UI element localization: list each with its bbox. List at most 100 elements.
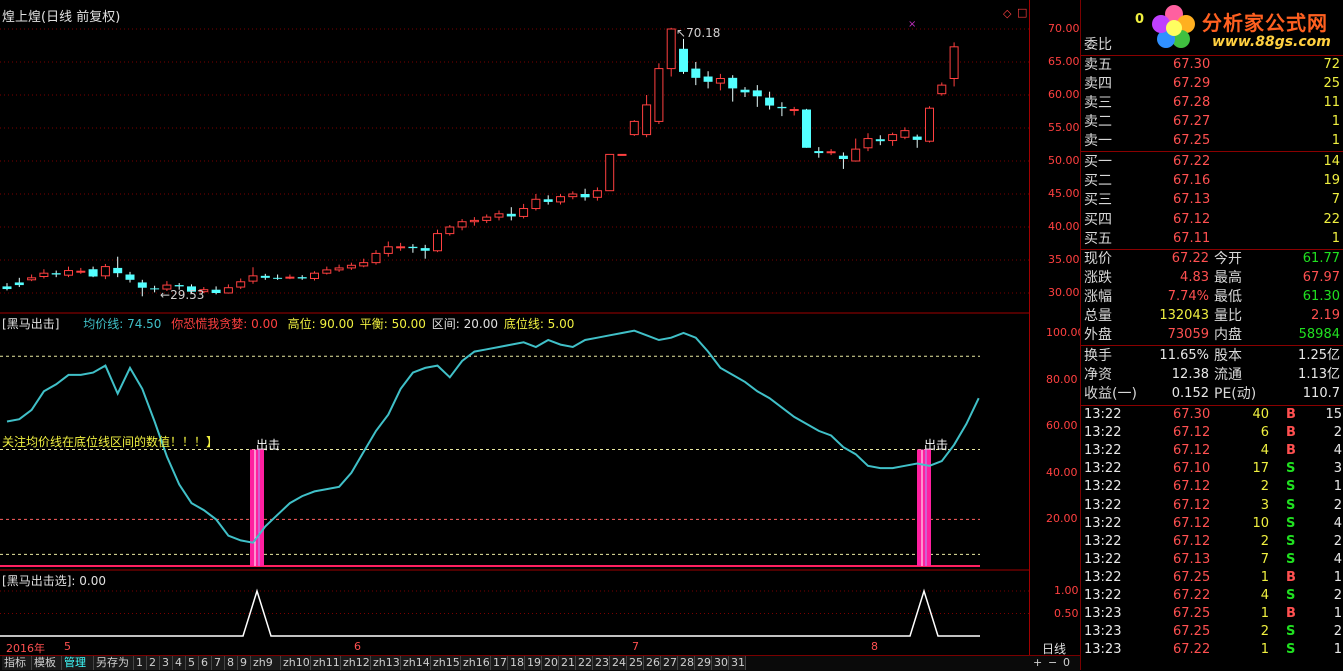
tab-模板[interactable]: 模板	[32, 656, 62, 670]
stat-label: 今开	[1214, 251, 1242, 267]
sell-level-price: 67.29	[1173, 76, 1211, 91]
tab-9[interactable]: 9	[238, 656, 251, 670]
tab-4[interactable]: 4	[173, 656, 186, 670]
signal-label-2: 出击	[924, 438, 949, 452]
tick-row: 13:22 67.12 3 S 2	[1081, 497, 1343, 515]
fund-value: 12.38	[1171, 367, 1209, 382]
close-chart-icon[interactable]: □	[1017, 6, 1027, 19]
tick-volume: 3	[1260, 497, 1269, 513]
avg-line-value: 均价线: 74.50	[83, 317, 162, 331]
tab-1[interactable]: 1	[134, 656, 147, 670]
sell-level-price: 67.25	[1173, 133, 1211, 148]
tick-price: 67.25	[1173, 606, 1211, 622]
buy-level-row: 买四 67.12 22	[1081, 211, 1343, 229]
sell-level-label: 卖五	[1084, 57, 1112, 73]
tab-zh12[interactable]: zh12	[341, 656, 371, 670]
buy-level-volume: 22	[1323, 211, 1340, 227]
fund-row: 净资 12.38 流通 1.13亿	[1081, 366, 1343, 384]
tab-7[interactable]: 7	[212, 656, 225, 670]
tick-price: 67.12	[1173, 443, 1211, 459]
tab-18[interactable]: 18	[508, 656, 525, 670]
chart-area[interactable]: 煌上煌(日线 前复权) ◇ □ × ↖70.18 ←29.53 [黑马出击] 均…	[0, 0, 1030, 655]
candle	[592, 187, 602, 201]
tab-21[interactable]: 21	[559, 656, 576, 670]
tab-指标[interactable]: 指标	[2, 656, 32, 670]
tick-time: 13:22	[1084, 443, 1122, 459]
tab-zh10[interactable]: zh10	[281, 656, 311, 670]
tick-side: B	[1286, 606, 1296, 622]
stat-value: 67.97	[1302, 270, 1340, 285]
tab-26[interactable]: 26	[644, 656, 661, 670]
tick-price: 67.22	[1173, 588, 1211, 603]
tab-5[interactable]: 5	[186, 656, 199, 670]
tick-side: B	[1286, 407, 1296, 422]
buy-level-row: 买一 67.22 14	[1081, 153, 1343, 171]
tab-22[interactable]: 22	[576, 656, 593, 670]
tab-管理[interactable]: 管理	[62, 656, 94, 670]
signal-panel-name[interactable]: 黑马出击选	[7, 574, 67, 588]
tab-29[interactable]: 29	[695, 656, 712, 670]
signal-axis-label: 1.00	[1054, 584, 1079, 597]
zoom-in-button[interactable]: +	[1033, 656, 1042, 670]
tick-count: 1	[1333, 642, 1342, 658]
tick-time: 13:22	[1084, 569, 1122, 585]
tick-time: 13:23	[1084, 606, 1122, 622]
tick-count: 3	[1333, 461, 1342, 477]
tab-31[interactable]: 31	[729, 656, 746, 670]
tab-25[interactable]: 25	[627, 656, 644, 670]
sell-level-volume: 1	[1331, 133, 1340, 148]
tab-20[interactable]: 20	[542, 656, 559, 670]
tab-2[interactable]: 2	[147, 656, 160, 670]
tab-zh14[interactable]: zh14	[401, 656, 431, 670]
signal-bar	[250, 449, 264, 566]
signal-panel-value: : 0.00	[71, 574, 106, 588]
site-logo[interactable]: 分析家公式网 www.88gs.com	[1146, 0, 1343, 54]
tab-另存为[interactable]: 另存为	[94, 656, 134, 670]
tick-side: S	[1286, 515, 1296, 531]
tab-30[interactable]: 30	[712, 656, 729, 670]
tab-17[interactable]: 17	[491, 656, 508, 670]
value-axis: 70.00 65.00 60.00 55.00 50.00 45.00 40.00 35.00…	[1030, 0, 1085, 656]
tab-24[interactable]: 24	[610, 656, 627, 670]
tab-8[interactable]: 8	[225, 656, 238, 670]
tab-zh11[interactable]: zh11	[311, 656, 341, 670]
price-axis-label: 35.00	[1048, 253, 1080, 266]
tick-price: 67.12	[1173, 425, 1211, 441]
tab-zh15[interactable]: zh15	[431, 656, 461, 670]
price-axis-label: 45.00	[1048, 187, 1080, 200]
zoom-reset-button[interactable]: 0	[1063, 656, 1070, 670]
candle	[39, 269, 49, 279]
zoom-out-button[interactable]: −	[1048, 656, 1057, 670]
chart-options-icon[interactable]: ◇	[1003, 7, 1011, 20]
tab-zh9[interactable]: zh9	[251, 656, 281, 670]
tab-3[interactable]: 3	[160, 656, 173, 670]
fund-value: 1.13亿	[1298, 367, 1340, 382]
tab-zh16[interactable]: zh16	[461, 656, 491, 670]
warn-value: 你恐慌我贪婪: 0.00	[171, 317, 278, 331]
tab-23[interactable]: 23	[593, 656, 610, 670]
buy-level-price: 67.12	[1173, 211, 1211, 227]
indicator-name-text: 黑马出击	[6, 317, 55, 331]
stat-value: 61.30	[1302, 289, 1340, 304]
sell-level-row: 卖二 67.27 1	[1081, 113, 1343, 131]
price-axis-label: 40.00	[1048, 220, 1080, 233]
tick-count: 2	[1333, 588, 1342, 603]
tab-28[interactable]: 28	[678, 656, 695, 670]
tick-time: 13:22	[1084, 479, 1122, 495]
candle	[629, 120, 639, 136]
tick-side: S	[1286, 624, 1296, 640]
tab-6[interactable]: 6	[199, 656, 212, 670]
candle	[88, 266, 98, 278]
tick-volume: 1	[1260, 642, 1269, 658]
candle	[482, 214, 492, 224]
tab-27[interactable]: 27	[661, 656, 678, 670]
buy-level-label: 买五	[1084, 230, 1112, 247]
indicator-name[interactable]: [黑马出击]	[2, 317, 59, 331]
candle	[580, 188, 590, 201]
tab-zh13[interactable]: zh13	[371, 656, 401, 670]
logo-name: 分析家公式网	[1202, 11, 1328, 35]
candle	[888, 132, 898, 146]
low-price-annotation: ←29.53	[160, 288, 205, 302]
bottom-toolbar: 指标 模板 管理 另存为 1 2 3 4 5 6 7 8 9 zh9 zh10 zh11 zh12 zh13 zh1…	[0, 655, 1080, 671]
tab-19[interactable]: 19	[525, 656, 542, 670]
